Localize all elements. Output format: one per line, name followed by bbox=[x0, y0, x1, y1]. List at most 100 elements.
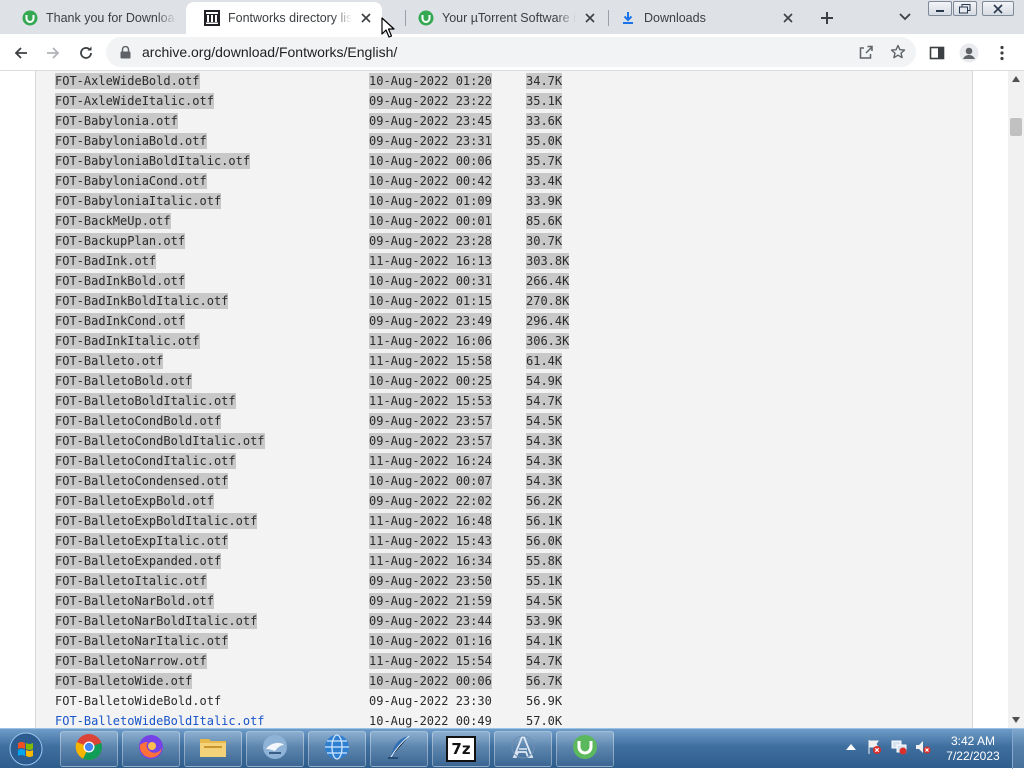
file-name-link[interactable]: FOT-BalletoWideBoldItalic.otf bbox=[55, 713, 265, 728]
file-size: 54.3K bbox=[526, 453, 563, 469]
file-name-link[interactable]: FOT-BalletoBoldItalic.otf bbox=[55, 393, 236, 409]
file-name-link[interactable]: FOT-BadInkItalic.otf bbox=[55, 333, 200, 349]
taskbar-firefox[interactable] bbox=[122, 731, 180, 767]
file-name-link[interactable]: FOT-BadInkCond.otf bbox=[55, 313, 186, 329]
vertical-scrollbar[interactable] bbox=[1008, 71, 1024, 728]
file-name-link[interactable]: FOT-BalletoCondensed.otf bbox=[55, 473, 229, 489]
system-clock[interactable]: 3:42 AM 7/22/2023 bbox=[940, 734, 1006, 764]
file-size: 53.9K bbox=[526, 613, 563, 629]
file-name-link[interactable]: FOT-BabyloniaItalic.otf bbox=[55, 193, 222, 209]
network-status-icon[interactable] bbox=[891, 739, 907, 755]
menu-kebab-icon[interactable] bbox=[988, 39, 1016, 67]
file-name-link[interactable]: FOT-BackMeUp.otf bbox=[55, 213, 171, 229]
taskbar-chrome[interactable] bbox=[60, 731, 118, 767]
utorrent-icon bbox=[571, 733, 599, 766]
file-name-link[interactable]: FOT-BalletoBold.otf bbox=[55, 373, 193, 389]
file-date: 10-Aug-2022 00:25 bbox=[369, 373, 492, 389]
file-size: 56.7K bbox=[526, 673, 563, 689]
file-date: 09-Aug-2022 23:49 bbox=[369, 313, 492, 329]
minimize-button[interactable] bbox=[928, 1, 952, 16]
scroll-down-icon[interactable] bbox=[1011, 715, 1021, 725]
address-bar[interactable]: archive.org/download/Fontworks/English/ bbox=[106, 37, 916, 67]
taskbar-explorer[interactable] bbox=[184, 731, 242, 767]
file-name-link[interactable]: FOT-BalletoExpanded.otf bbox=[55, 553, 222, 569]
file-name-link[interactable]: FOT-BabyloniaBold.otf bbox=[55, 133, 207, 149]
file-date: 10-Aug-2022 00:31 bbox=[369, 273, 492, 289]
file-name-link[interactable]: FOT-BalletoCondBoldItalic.otf bbox=[55, 433, 265, 449]
file-name-link[interactable]: FOT-BadInkBold.otf bbox=[55, 273, 186, 289]
file-name-link[interactable]: FOT-BabyloniaCond.otf bbox=[55, 173, 207, 189]
file-name-link[interactable]: FOT-BabyloniaBoldItalic.otf bbox=[55, 153, 251, 169]
file-name-link[interactable]: FOT-BalletoNarBoldItalic.otf bbox=[55, 613, 258, 629]
file-size: 61.4K bbox=[526, 353, 563, 369]
scrollbar-thumb[interactable] bbox=[1010, 118, 1022, 136]
close-tab-icon[interactable] bbox=[780, 10, 796, 26]
file-name-link[interactable]: FOT-BadInkBoldItalic.otf bbox=[55, 293, 229, 309]
back-button[interactable] bbox=[7, 39, 35, 67]
thunderbird-icon bbox=[261, 733, 289, 766]
file-date: 10-Aug-2022 00:06 bbox=[369, 153, 492, 169]
tab-utorrent-software[interactable]: Your µTorrent Software is bbox=[400, 2, 606, 34]
file-name-link[interactable]: FOT-AxleWideBold.otf bbox=[55, 73, 200, 89]
lock-icon[interactable] bbox=[120, 45, 134, 59]
file-size: 35.1K bbox=[526, 93, 563, 109]
file-date: 10-Aug-2022 01:15 bbox=[369, 293, 492, 309]
taskbar-thunderbird[interactable] bbox=[246, 731, 304, 767]
file-name-link[interactable]: FOT-BalletoCondItalic.otf bbox=[55, 453, 236, 469]
file-name-link[interactable]: FOT-BalletoWideBold.otf bbox=[55, 693, 221, 709]
file-date: 09-Aug-2022 23:50 bbox=[369, 573, 492, 589]
tab-fontworks[interactable]: Fontworks directory listing bbox=[186, 2, 382, 34]
tab-downloads[interactable]: Downloads bbox=[602, 2, 804, 34]
new-tab-button[interactable] bbox=[815, 6, 839, 30]
file-size: 30.7K bbox=[526, 233, 563, 249]
file-name-link[interactable]: FOT-BadInk.otf bbox=[55, 253, 157, 269]
file-name-link[interactable]: FOT-Balleto.otf bbox=[55, 353, 164, 369]
file-date: 09-Aug-2022 23:22 bbox=[369, 93, 492, 109]
file-name-link[interactable]: FOT-BalletoNarrow.otf bbox=[55, 653, 207, 669]
share-icon[interactable] bbox=[855, 41, 877, 63]
file-size: 54.9K bbox=[526, 373, 563, 389]
reload-button[interactable] bbox=[72, 39, 100, 67]
file-name-link[interactable]: FOT-BalletoExpBold.otf bbox=[55, 493, 214, 509]
profile-avatar-icon[interactable] bbox=[955, 39, 983, 67]
taskbar-utorrent[interactable] bbox=[556, 731, 614, 767]
bookmark-star-icon[interactable] bbox=[887, 41, 909, 63]
file-name-link[interactable]: FOT-BackupPlan.otf bbox=[55, 233, 186, 249]
file-name-link[interactable]: FOT-BalletoNarBold.otf bbox=[55, 593, 214, 609]
file-date: 11-Aug-2022 16:34 bbox=[369, 553, 492, 569]
close-window-button[interactable] bbox=[982, 1, 1014, 16]
taskbar-network[interactable] bbox=[308, 731, 366, 767]
file-name-link[interactable]: FOT-BalletoNarItalic.otf bbox=[55, 633, 229, 649]
file-name-link[interactable]: FOT-BalletoExpItalic.otf bbox=[55, 533, 229, 549]
file-name-link[interactable]: FOT-BalletoItalic.otf bbox=[55, 573, 207, 589]
file-name-link[interactable]: FOT-BalletoExpBoldItalic.otf bbox=[55, 513, 258, 529]
taskbar-7zip[interactable]: 7z bbox=[432, 731, 490, 767]
close-tab-icon[interactable] bbox=[358, 10, 374, 26]
url-text[interactable]: archive.org/download/Fontworks/English/ bbox=[142, 44, 397, 60]
show-hidden-icons[interactable] bbox=[843, 739, 859, 755]
taskbar-font-tool[interactable] bbox=[494, 731, 552, 767]
maximize-button[interactable] bbox=[953, 1, 977, 16]
file-size: 54.5K bbox=[526, 413, 563, 429]
file-date: 11-Aug-2022 15:43 bbox=[369, 533, 492, 549]
file-date: 11-Aug-2022 16:13 bbox=[369, 253, 492, 269]
scroll-up-icon[interactable] bbox=[1011, 74, 1021, 84]
tab-search-button[interactable] bbox=[894, 6, 916, 28]
action-center-flag-icon[interactable] bbox=[866, 739, 882, 755]
side-panel-button[interactable] bbox=[923, 39, 951, 67]
taskbar-quill[interactable] bbox=[370, 731, 428, 767]
tab-thank-you[interactable]: Thank you for Downloading bbox=[4, 2, 184, 34]
volume-muted-icon[interactable] bbox=[915, 739, 931, 755]
file-name-link[interactable]: FOT-BalletoCondBold.otf bbox=[55, 413, 222, 429]
file-name-link[interactable]: FOT-AxleWideItalic.otf bbox=[55, 93, 214, 109]
file-name-link[interactable]: FOT-BalletoWide.otf bbox=[55, 673, 193, 689]
file-name-link[interactable]: FOT-Babylonia.otf bbox=[55, 113, 178, 129]
utorrent-icon bbox=[22, 10, 38, 26]
file-size: 33.9K bbox=[526, 193, 563, 209]
file-date: 11-Aug-2022 15:58 bbox=[369, 353, 492, 369]
show-desktop-button[interactable] bbox=[1012, 729, 1024, 769]
page-viewport: FOT-AxleWideBold.otf 10-Aug-2022 01:20 34.… bbox=[0, 71, 1008, 728]
close-tab-icon[interactable] bbox=[582, 10, 598, 26]
forward-button[interactable] bbox=[39, 39, 67, 67]
start-button[interactable] bbox=[4, 731, 48, 767]
